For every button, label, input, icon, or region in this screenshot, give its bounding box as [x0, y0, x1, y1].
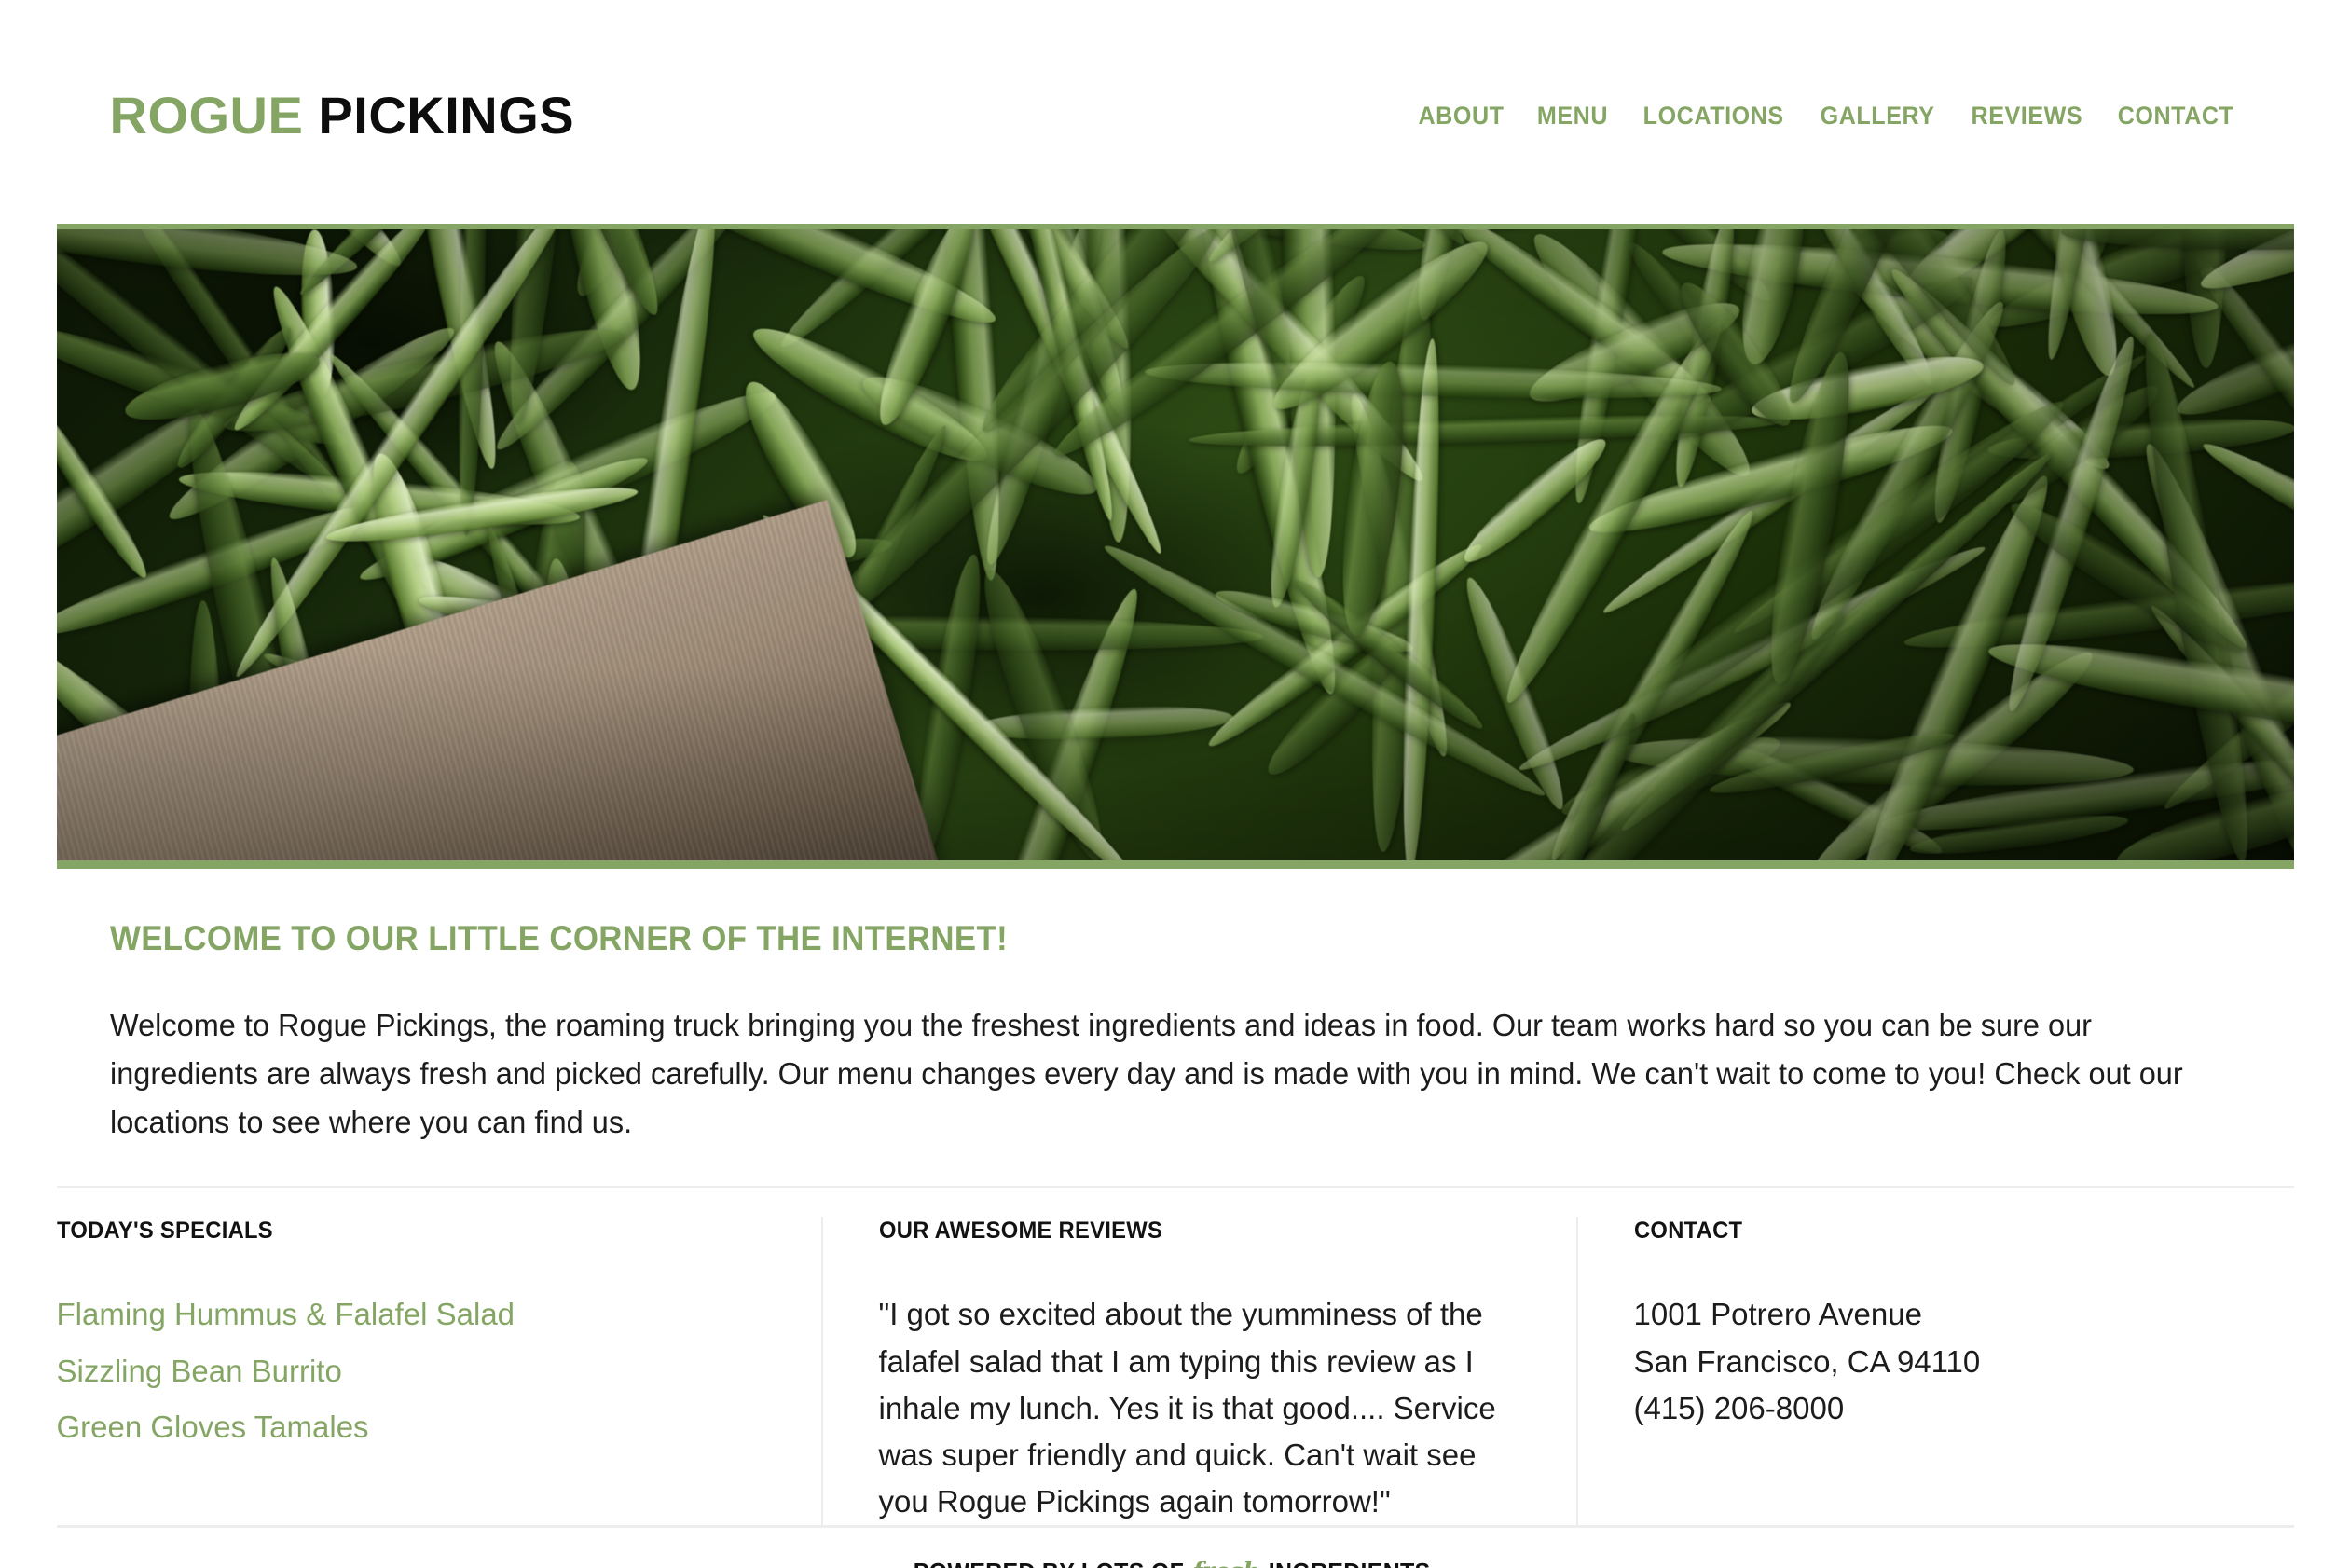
nav-item-locations[interactable]: LOCATIONS	[1643, 102, 1784, 131]
intro-wrap: WELCOME TO OUR LITTLE CORNER OF THE INTE…	[57, 869, 2294, 1147]
contact-details: 1001 Potrero Avenue San Francisco, CA 94…	[1634, 1291, 2257, 1431]
footer-tagline-after: INGREDIENTS.	[1269, 1558, 1437, 1568]
nav-item-contact[interactable]: CONTACT	[2118, 102, 2234, 131]
list-item: Sizzling Bean Burrito	[57, 1348, 784, 1395]
review-quote: "I got so excited about the yumminess of…	[878, 1297, 1496, 1519]
site-header: ROGUE PICKINGS ABOUT MENU LOCATIONS GALL…	[110, 0, 2241, 224]
site-footer: POWERED BY LOTS OF fresh INGREDIENTS.	[57, 1528, 2294, 1568]
special-link-3[interactable]: Green Gloves Tamales	[57, 1410, 369, 1444]
header-wrap: ROGUE PICKINGS ABOUT MENU LOCATIONS GALL…	[57, 0, 2294, 224]
column-reviews: OUR AWESOME REVIEWS "I got so excited ab…	[820, 1217, 1576, 1526]
contact-heading: CONTACT	[1633, 1217, 1742, 1245]
contact-phone: (415) 206-8000	[1633, 1390, 1845, 1425]
nav-item-about[interactable]: ABOUT	[1419, 102, 1505, 131]
footer-tagline: POWERED BY LOTS OF fresh INGREDIENTS.	[913, 1558, 1436, 1568]
nav-item-gallery[interactable]: GALLERY	[1821, 102, 1935, 131]
specials-list: Flaming Hummus & Falafel Salad Sizzling …	[57, 1291, 784, 1451]
logo-word-secondary: PICKINGS	[318, 86, 575, 144]
special-link-1[interactable]: Flaming Hummus & Falafel Salad	[57, 1297, 515, 1331]
intro-section: WELCOME TO OUR LITTLE CORNER OF THE INTE…	[110, 869, 2241, 1147]
hero-image-green-beans	[56, 229, 2294, 860]
nav-item-reviews[interactable]: REVIEWS	[1971, 102, 2082, 131]
page-title: WELCOME TO OUR LITTLE CORNER OF THE INTE…	[109, 919, 1008, 957]
contact-address-line-2: San Francisco, CA 94110	[1633, 1343, 1981, 1379]
logo-word-primary: ROGUE	[109, 86, 304, 144]
specials-heading: TODAY'S SPECIALS	[56, 1217, 273, 1245]
site-logo[interactable]: ROGUE PICKINGS	[110, 89, 575, 142]
page-root: ROGUE PICKINGS ABOUT MENU LOCATIONS GALL…	[0, 0, 2350, 1568]
hero-banner	[56, 224, 2294, 869]
reviews-heading: OUR AWESOME REVIEWS	[878, 1217, 1162, 1245]
main-navigation: ABOUT MENU LOCATIONS GALLERY REVIEWS CON…	[1415, 102, 2240, 131]
nav-item-menu[interactable]: MENU	[1537, 102, 1608, 131]
intro-paragraph: Welcome to Rogue Pickings, the roaming t…	[109, 1008, 2183, 1140]
special-link-2[interactable]: Sizzling Bean Burrito	[57, 1354, 342, 1388]
three-column-section: TODAY'S SPECIALS Flaming Hummus & Falafe…	[57, 1188, 2294, 1526]
column-todays-specials: TODAY'S SPECIALS Flaming Hummus & Falafe…	[57, 1217, 821, 1525]
list-item: Green Gloves Tamales	[57, 1404, 784, 1451]
footer-tagline-accent: fresh	[1190, 1558, 1261, 1568]
column-contact: CONTACT 1001 Potrero Avenue San Francisc…	[1575, 1217, 2294, 1526]
list-item: Flaming Hummus & Falafel Salad	[57, 1291, 784, 1338]
contact-address-line-1: 1001 Potrero Avenue	[1633, 1297, 1922, 1332]
footer-tagline-before: POWERED BY LOTS OF	[913, 1558, 1183, 1568]
